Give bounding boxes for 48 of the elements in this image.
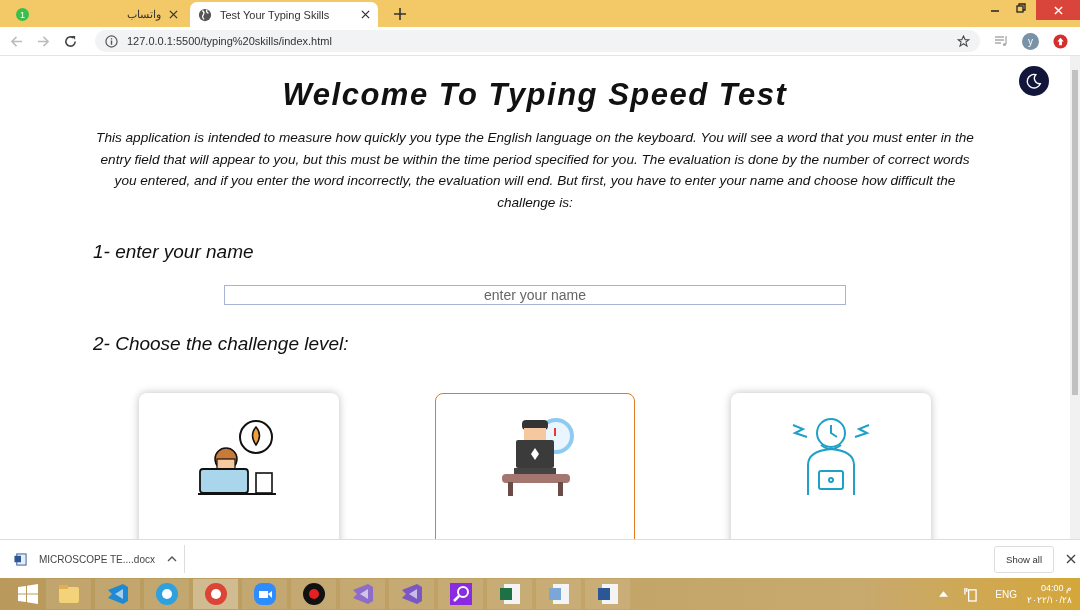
app-icon	[56, 582, 81, 606]
app-icon	[203, 582, 228, 606]
clock-date: ٢٠٢٢/١٠/٢٨	[1027, 594, 1072, 606]
app-icon	[154, 582, 179, 606]
caret-icon	[166, 556, 177, 562]
chat-icon: 1	[16, 8, 29, 21]
moon-icon	[1025, 72, 1043, 90]
section-heading: 2- Choose the challenge level:	[93, 333, 349, 355]
taskbar-app-button[interactable]	[585, 579, 630, 609]
app-icon	[595, 582, 620, 606]
info-icon	[105, 34, 118, 48]
browser-tab[interactable]: Test Your Typing Skills	[190, 2, 378, 27]
scrollbar[interactable]	[1070, 56, 1080, 539]
intro-paragraph: This application is intended to measure how quickly you type the English language on the keyboard. You will see a word that you must enter in the entry field that will appear to you, but this must be within the time period specified for you. The evaluation is done by the number of correct words you entered, and if you enter the word incorrectly, the evaluation will end. But first, you have to enter your name and choose how difficult the challenge is:	[95, 129, 975, 212]
section-heading: 1- enter your name	[93, 241, 254, 263]
app-icon	[448, 582, 473, 606]
taskbar-app-button[interactable]	[193, 579, 238, 609]
restore-icon[interactable]	[1016, 2, 1026, 13]
show-all-button[interactable]: Show all	[994, 545, 1054, 573]
network-icon[interactable]	[964, 586, 978, 602]
name-input-field[interactable]: enter your name	[224, 285, 846, 305]
reload-icon[interactable]	[64, 34, 77, 48]
caret-icon[interactable]	[939, 591, 949, 597]
star-icon[interactable]	[957, 34, 970, 48]
close-icon[interactable]	[361, 10, 370, 19]
app-icon	[546, 582, 571, 606]
document-icon	[14, 552, 27, 566]
extension-icon[interactable]	[1053, 33, 1068, 49]
windows-logo-icon[interactable]	[18, 584, 38, 604]
taskbar-app-button[interactable]	[438, 579, 483, 609]
page-title: Welcome To Typing Speed Test	[282, 77, 788, 113]
close-icon[interactable]	[1066, 554, 1076, 564]
level-card[interactable]	[435, 393, 635, 539]
taskbar-app-button[interactable]	[291, 579, 336, 609]
close-icon	[1053, 5, 1063, 15]
close-icon[interactable]	[169, 10, 178, 19]
clock-time: 04:00 م	[1040, 582, 1072, 594]
new-tab-icon[interactable]	[394, 8, 406, 20]
app-icon	[252, 582, 277, 606]
app-icon	[301, 582, 326, 606]
app-icon	[497, 582, 522, 606]
address-bar[interactable]: 127.0.0.1:5500/typing%20skills/index.html	[95, 30, 980, 52]
close-window-button[interactable]	[1036, 0, 1080, 20]
url-text: 127.0.0.1:5500/typing%20skills/index.html	[127, 35, 332, 47]
taskbar-app-button[interactable]	[487, 579, 532, 609]
globe-icon	[198, 7, 212, 22]
dark-mode-button[interactable]	[1019, 66, 1049, 96]
download-item[interactable]: MICROSCOPE TE....docx	[14, 545, 185, 573]
